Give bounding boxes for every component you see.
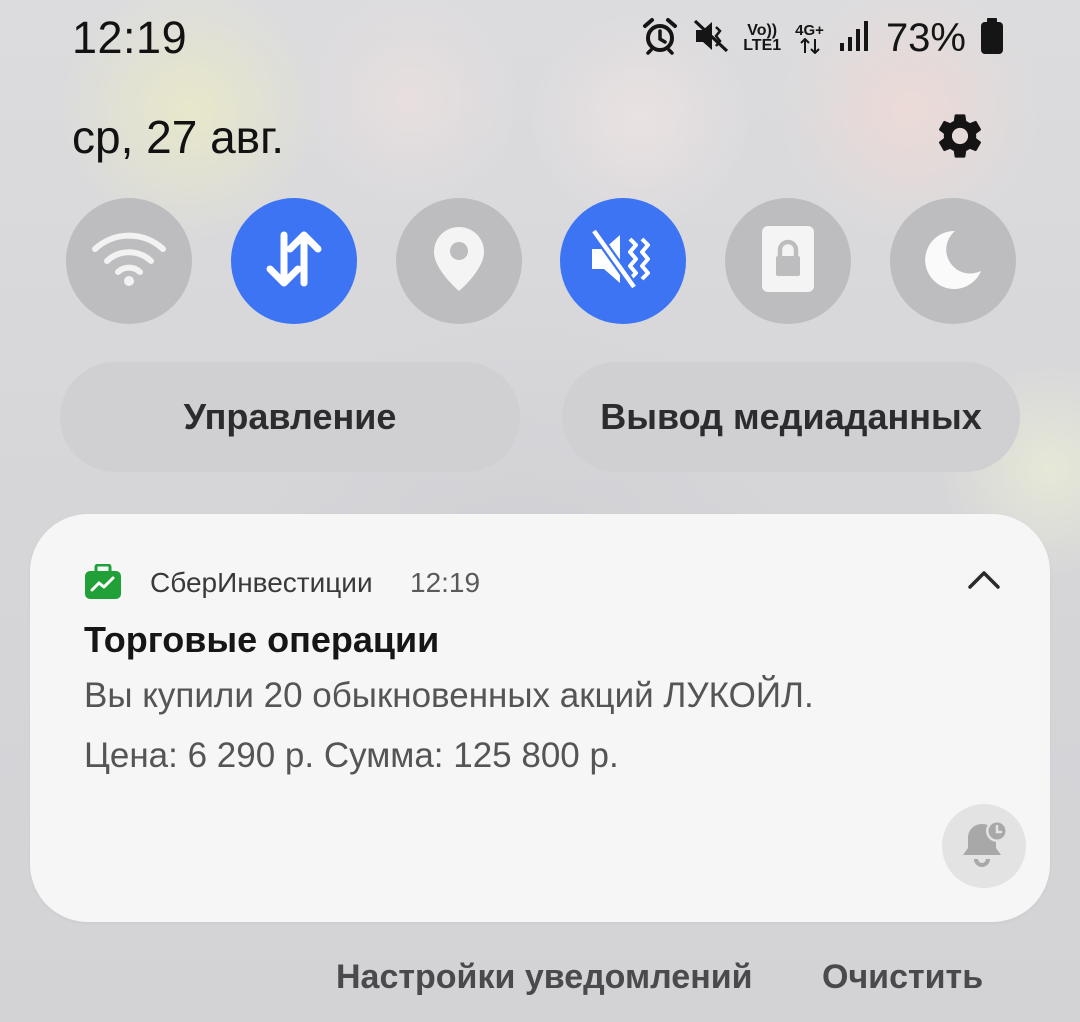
notification-title: Торговые операции: [84, 619, 440, 660]
bell-snooze-icon: [958, 818, 1010, 875]
lock-rotation-icon: [760, 224, 816, 299]
alarm-icon: [641, 17, 679, 60]
quick-settings-tiles: [66, 198, 1016, 324]
snooze-button[interactable]: [942, 804, 1026, 888]
network-label: 4G+: [795, 21, 824, 39]
notification-text-line1: Вы купили 20 обыкновенных акций ЛУКОЙЛ.: [84, 676, 814, 715]
settings-button[interactable]: [930, 108, 990, 168]
4g-plus-data-icon: 4G+: [795, 23, 824, 54]
location-toggle[interactable]: [395, 198, 522, 324]
wifi-toggle[interactable]: [66, 198, 192, 324]
night-mode-toggle[interactable]: [889, 198, 1016, 324]
night-mode-icon: [921, 227, 985, 296]
control-button[interactable]: Управление: [60, 362, 520, 472]
lte1-label: LTE1: [743, 37, 782, 54]
date-label: ср, 27 авг.: [72, 111, 285, 163]
notification-time: 12:19: [410, 567, 481, 598]
mobile-data-toggle[interactable]: [230, 198, 357, 324]
mobile-data-icon: [262, 227, 326, 296]
battery-percent: 73%: [885, 16, 966, 60]
battery-icon: [980, 17, 1004, 60]
volte-label: Vo)): [747, 22, 778, 39]
sound-toggle[interactable]: [560, 198, 687, 324]
clear-button[interactable]: Очистить: [822, 956, 983, 998]
chevron-up-icon: [967, 570, 1001, 595]
sound-mute-icon: [588, 227, 658, 296]
volte-lte1-icon: Vo)) LTE1: [743, 22, 782, 54]
briefcase-icon: [84, 563, 122, 600]
notification-app-name: СберИнвестиции: [150, 567, 373, 598]
gear-icon: [933, 109, 987, 168]
media-output-button[interactable]: Вывод медиаданных: [562, 362, 1020, 472]
notification-text-line2: Цена: 6 290 р. Сумма: 125 800 р.: [84, 736, 619, 775]
collapse-button[interactable]: [960, 562, 1008, 602]
mute-icon: [693, 18, 729, 59]
notification-card[interactable]: СберИнвестиции 12:19 Торговые операции В…: [30, 514, 1050, 922]
signal-icon: [838, 19, 872, 58]
location-icon: [431, 225, 487, 298]
status-time: 12:19: [72, 12, 188, 63]
status-icons: Vo)) LTE1 4G+ 73%: [641, 16, 1004, 60]
rotation-lock-toggle[interactable]: [725, 198, 852, 324]
wifi-icon: [91, 229, 167, 294]
notification-settings-button[interactable]: Настройки уведомлений: [336, 956, 753, 998]
